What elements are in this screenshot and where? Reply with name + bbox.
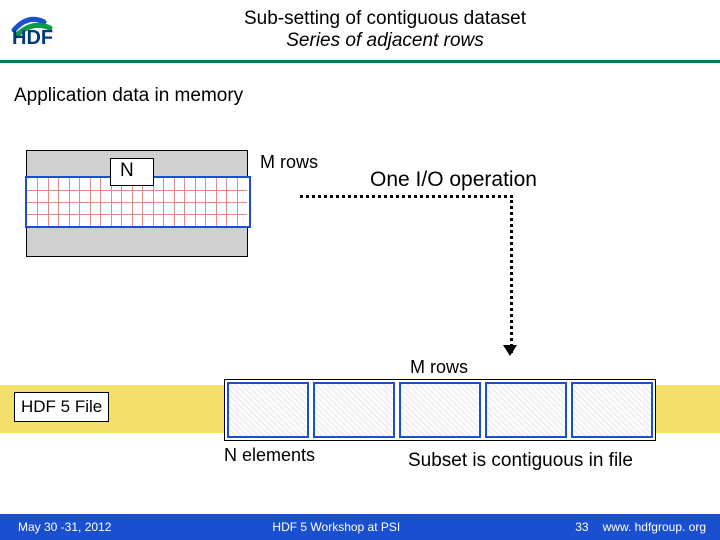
slide-subtitle: Series of adjacent rows bbox=[70, 30, 700, 52]
file-segment bbox=[399, 382, 481, 438]
file-segment bbox=[313, 382, 395, 438]
hdf5-file-label: HDF 5 File bbox=[14, 392, 109, 422]
m-rows-top-label: M rows bbox=[260, 152, 318, 173]
header-divider bbox=[0, 60, 720, 63]
m-rows-mid-label: M rows bbox=[410, 357, 468, 378]
footer-url: www. hdfgroup. org bbox=[603, 520, 720, 534]
io-arrow-head bbox=[503, 345, 517, 356]
io-arrow bbox=[300, 195, 513, 353]
footer-date: May 30 -31, 2012 bbox=[0, 520, 111, 534]
file-strip bbox=[224, 379, 656, 441]
subset-contiguous-label: Subset is contiguous in file bbox=[408, 450, 633, 472]
footer-bar: May 30 -31, 2012 HDF 5 Workshop at PSI 3… bbox=[0, 514, 720, 540]
n-label: N bbox=[120, 160, 134, 182]
io-operation-label: One I/O operation bbox=[370, 168, 537, 192]
app-data-label: Application data in memory bbox=[14, 85, 720, 107]
footer-workshop: HDF 5 Workshop at PSI bbox=[111, 520, 561, 534]
file-segment bbox=[571, 382, 653, 438]
file-segment bbox=[485, 382, 567, 438]
hdf-logo: HDF bbox=[10, 12, 70, 48]
svg-text:HDF: HDF bbox=[12, 27, 53, 48]
footer-page-number: 33 bbox=[561, 520, 602, 534]
n-elements-label: N elements bbox=[224, 445, 315, 466]
file-segment bbox=[227, 382, 309, 438]
slide-title: Sub-setting of contiguous dataset bbox=[70, 8, 700, 30]
